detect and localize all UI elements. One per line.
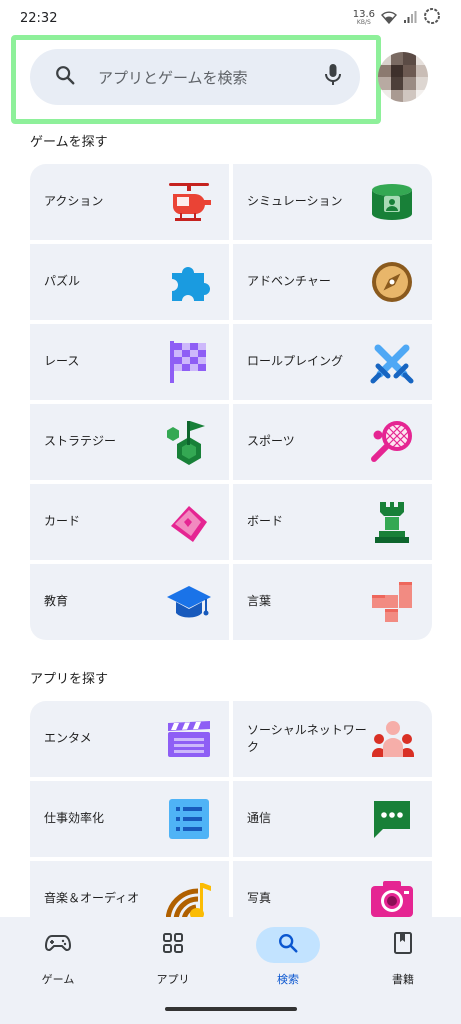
category-label: 音楽＆オーディオ	[44, 891, 140, 906]
compass-icon	[368, 258, 416, 306]
category-label: エンタメ	[44, 731, 92, 746]
network-speed: 13.6 KB/S	[353, 10, 375, 26]
category-simulation[interactable]: シミュレーション	[233, 164, 432, 240]
search-icon[interactable]	[54, 64, 76, 90]
helicopter-icon	[165, 178, 213, 226]
battery-icon	[423, 7, 441, 29]
category-action[interactable]: アクション	[30, 164, 229, 240]
games-section-title: ゲームを探す	[30, 135, 108, 150]
nav-apps[interactable]: アプリ	[123, 927, 223, 997]
category-word[interactable]: 言葉	[233, 564, 432, 640]
search-input[interactable]: アプリとゲームを検索	[98, 67, 324, 88]
status-icons: 13.6 KB/S	[353, 7, 441, 29]
category-racing[interactable]: レース	[30, 324, 229, 400]
category-entertainment[interactable]: エンタメ	[30, 701, 229, 777]
puzzle-icon	[165, 258, 213, 306]
nav-search-pill	[256, 927, 320, 963]
checklist-icon	[165, 795, 213, 843]
apps-category-grid: エンタメ ソーシャルネットワーク 仕事効率化 通信 音楽＆オーディオ 写真	[30, 701, 432, 937]
status-time: 22:32	[20, 10, 58, 26]
category-communication[interactable]: 通信	[233, 781, 432, 857]
category-label: パズル	[44, 274, 81, 289]
category-label: 仕事効率化	[44, 811, 105, 826]
search-icon	[277, 932, 299, 958]
nav-books-label: 書籍	[392, 973, 414, 986]
nav-search-label: 検索	[277, 973, 299, 986]
checkered-flag-icon	[165, 338, 213, 386]
nav-games-pill	[26, 927, 90, 963]
status-bar: 22:32 13.6 KB/S	[0, 0, 461, 36]
nav-games[interactable]: ゲーム	[8, 927, 108, 997]
nav-apps-label: アプリ	[156, 973, 190, 986]
games-category-grid: アクション シミュレーション パズル アドベンチャー レース ロールプレイング	[30, 164, 432, 640]
apps-grid-icon	[162, 932, 184, 958]
apps-section-title: アプリを探す	[30, 672, 109, 687]
category-label: 写真	[247, 891, 272, 906]
nav-books-pill	[371, 927, 435, 963]
category-label: ストラテジー	[44, 434, 117, 449]
category-label: ロールプレイング	[247, 354, 344, 369]
category-label: ソーシャルネットワーク	[247, 722, 367, 754]
clapperboard-icon	[165, 715, 213, 763]
category-label: アドベンチャー	[247, 274, 331, 289]
category-label: ボード	[247, 514, 284, 529]
wifi-icon	[381, 9, 397, 28]
category-label: 言葉	[247, 594, 272, 609]
chat-bubble-icon	[368, 795, 416, 843]
category-label: 通信	[247, 811, 272, 826]
music-note-icon	[165, 875, 213, 923]
category-label: レース	[44, 354, 80, 369]
crossed-swords-icon	[368, 338, 416, 386]
category-puzzle[interactable]: パズル	[30, 244, 229, 320]
category-label: シミュレーション	[247, 194, 343, 209]
category-social-network[interactable]: ソーシャルネットワーク	[233, 701, 432, 777]
simulation-icon	[368, 178, 416, 226]
cards-icon	[165, 498, 213, 546]
gamepad-icon	[44, 933, 72, 957]
category-card[interactable]: カード	[30, 484, 229, 560]
signal-icon	[403, 9, 417, 28]
category-role-playing[interactable]: ロールプレイング	[233, 324, 432, 400]
book-icon	[393, 931, 413, 959]
category-label: 教育	[44, 594, 69, 609]
tennis-racket-icon	[368, 418, 416, 466]
category-board[interactable]: ボード	[233, 484, 432, 560]
category-strategy[interactable]: ストラテジー	[30, 404, 229, 480]
nav-games-label: ゲーム	[41, 973, 75, 986]
category-label: カード	[44, 514, 81, 529]
category-label: スポーツ	[247, 434, 295, 449]
word-blocks-icon	[368, 578, 416, 626]
nav-books[interactable]: 書籍	[353, 927, 453, 997]
category-label: アクション	[44, 194, 104, 209]
category-sports[interactable]: スポーツ	[233, 404, 432, 480]
category-productivity[interactable]: 仕事効率化	[30, 781, 229, 857]
search-bar[interactable]: アプリとゲームを検索	[30, 49, 360, 105]
graduation-cap-icon	[165, 578, 213, 626]
chess-rook-icon	[368, 498, 416, 546]
camera-icon	[368, 875, 416, 923]
home-indicator[interactable]	[165, 1007, 297, 1011]
avatar[interactable]	[378, 52, 428, 102]
strategy-flag-icon	[165, 418, 213, 466]
microphone-icon[interactable]	[324, 63, 342, 91]
people-icon	[370, 715, 416, 763]
nav-apps-pill	[141, 927, 205, 963]
category-education[interactable]: 教育	[30, 564, 229, 640]
nav-search[interactable]: 検索	[238, 927, 338, 997]
network-speed-unit: KB/S	[356, 19, 371, 26]
category-adventure[interactable]: アドベンチャー	[233, 244, 432, 320]
